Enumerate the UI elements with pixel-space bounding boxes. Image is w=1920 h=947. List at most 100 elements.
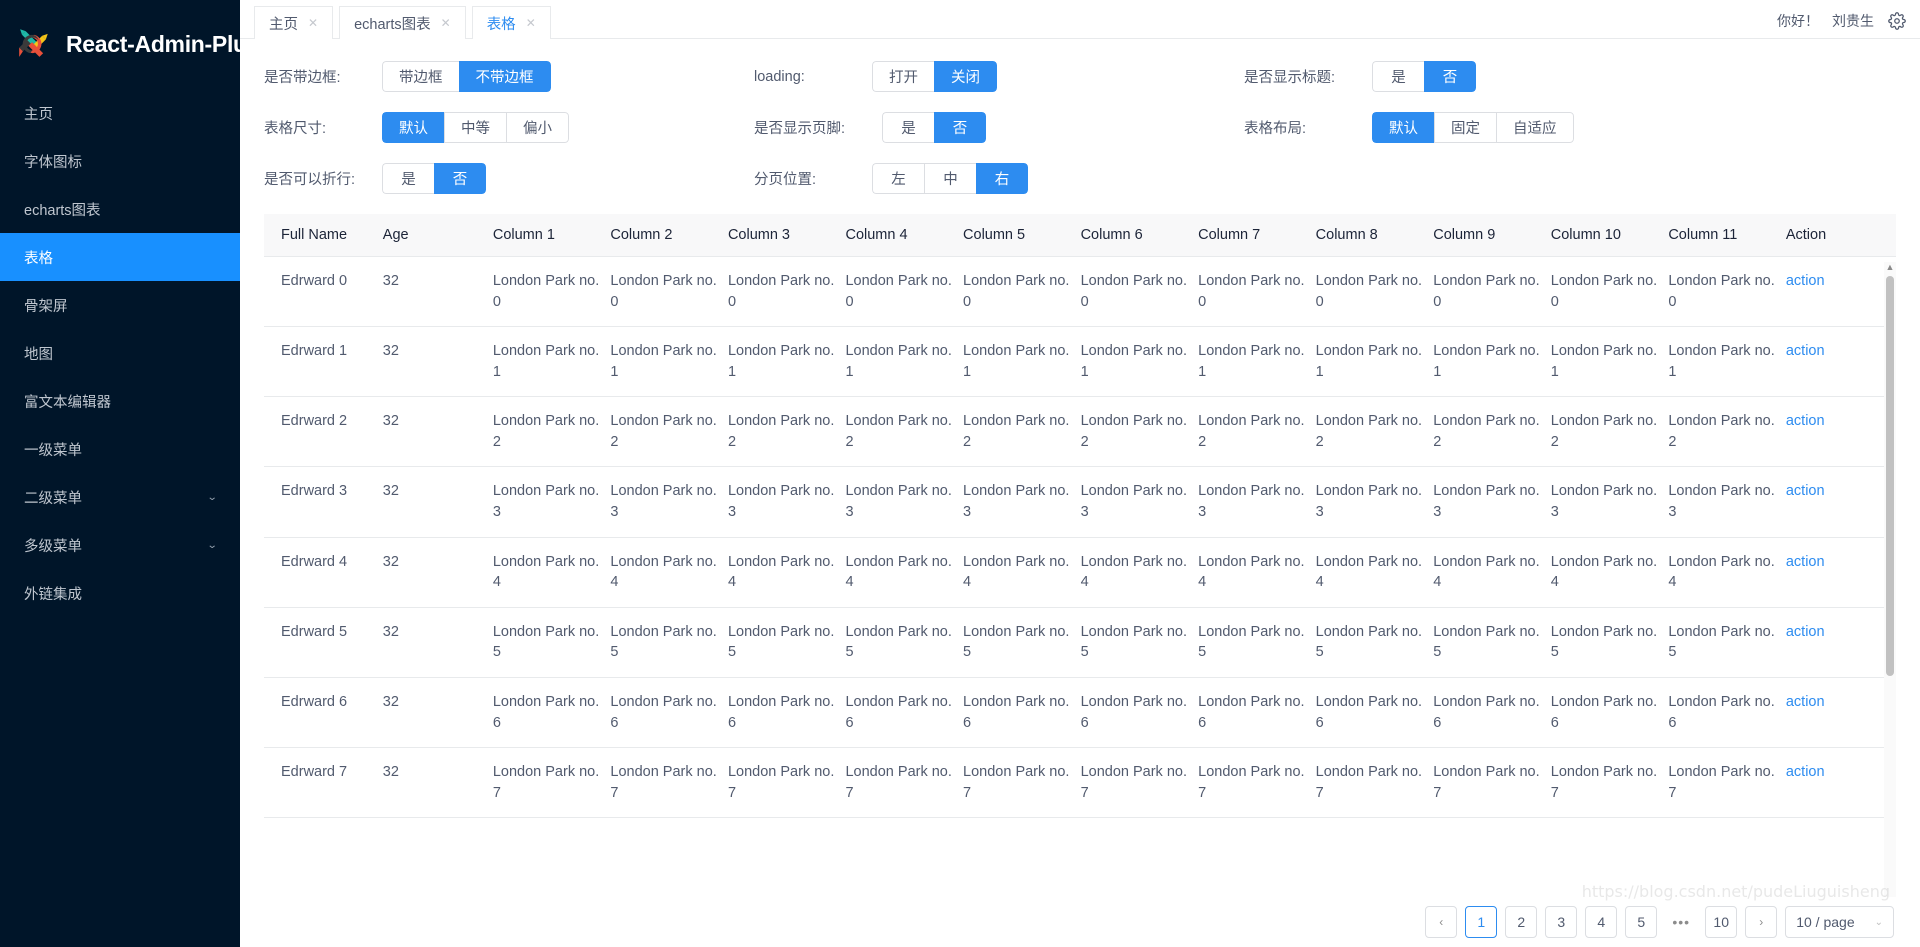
username-label[interactable]: 刘贵生 bbox=[1832, 11, 1874, 31]
cell-column-6: London Park no. 0 bbox=[1080, 256, 1199, 328]
table-row[interactable]: Edrward 3 32 London Park no. 3 London Park … bbox=[264, 466, 1896, 538]
table-row[interactable]: Edrward 6 32 London Park no. 6 London Park … bbox=[264, 677, 1896, 749]
table-row[interactable]: Edrward 2 32 London Park no. 2 London Park … bbox=[264, 396, 1896, 468]
action-link[interactable]: action bbox=[1786, 343, 1825, 359]
action-link[interactable]: action bbox=[1786, 413, 1825, 429]
sidebar-item-level-two-menu[interactable]: 二级菜单 ⌄ bbox=[0, 473, 240, 521]
sidebar-item-multi-level-menu[interactable]: 多级菜单 ⌄ bbox=[0, 521, 240, 569]
sidebar: React-Admin-Plus 主页 字体图标 echarts图表 表格 骨架… bbox=[0, 0, 260, 947]
close-icon[interactable]: ✕ bbox=[526, 17, 536, 29]
table-row[interactable]: Edrward 4 32 London Park no. 4 London Park … bbox=[264, 537, 1896, 608]
pagination-page-3[interactable]: 3 bbox=[1545, 906, 1578, 938]
column-header-column-6[interactable]: Column 6 bbox=[1080, 214, 1199, 257]
show-title-option-no[interactable]: 否 bbox=[1424, 61, 1476, 92]
action-link[interactable]: action bbox=[1786, 764, 1825, 780]
tab-table[interactable]: 表格 ✕ bbox=[471, 6, 551, 39]
cell-column-2: London Park no. 3 bbox=[610, 466, 728, 538]
column-header-column-2[interactable]: Column 2 bbox=[610, 214, 728, 257]
sidebar-item-font-icons[interactable]: 字体图标 bbox=[0, 137, 240, 185]
pagination-ellipsis[interactable]: ••• bbox=[1665, 906, 1698, 938]
sidebar-item-skeleton[interactable]: 骨架屏 bbox=[0, 281, 240, 329]
column-header-full-name[interactable]: Full Name bbox=[264, 214, 383, 257]
column-header-column-9[interactable]: Column 9 bbox=[1433, 214, 1551, 257]
table-scroll-area[interactable]: Full Name Age Column 1 Column 2 Column 3… bbox=[264, 214, 1896, 897]
column-header-column-5[interactable]: Column 5 bbox=[963, 214, 1081, 257]
sidebar-item-echarts[interactable]: echarts图表 bbox=[0, 185, 240, 233]
brand-logo-area[interactable]: React-Admin-Plus bbox=[0, 0, 260, 88]
bordered-option-without[interactable]: 不带边框 bbox=[458, 61, 551, 92]
pagination-position-option-right[interactable]: 右 bbox=[976, 163, 1028, 194]
table-layout-option-auto[interactable]: 自适应 bbox=[1496, 112, 1574, 143]
cell-age: 32 bbox=[382, 396, 493, 468]
table-size-option-medium[interactable]: 中等 bbox=[444, 112, 506, 143]
bordered-option-with[interactable]: 带边框 bbox=[382, 61, 459, 92]
loading-option-on[interactable]: 打开 bbox=[872, 61, 934, 92]
table-row[interactable]: Edrward 7 32 London Park no. 7 London Park … bbox=[264, 747, 1896, 819]
table-size-option-default[interactable]: 默认 bbox=[382, 112, 444, 143]
column-header-column-8[interactable]: Column 8 bbox=[1315, 214, 1434, 257]
table-layout-option-fixed[interactable]: 固定 bbox=[1434, 112, 1496, 143]
pagination-prev-button[interactable]: ‹ bbox=[1425, 906, 1458, 938]
column-header-column-1[interactable]: Column 1 bbox=[492, 214, 611, 257]
cell-column-11: London Park no. 5 bbox=[1668, 607, 1786, 678]
wrap-lines-option-yes[interactable]: 是 bbox=[382, 163, 434, 194]
sidebar-item-table[interactable]: 表格 bbox=[0, 233, 240, 281]
show-footer-toggle-group: 是 否 bbox=[882, 112, 986, 143]
action-link[interactable]: action bbox=[1786, 554, 1825, 570]
column-header-column-3[interactable]: Column 3 bbox=[727, 214, 846, 257]
table-row[interactable]: Edrward 0 32 London Park no. 0 London Park … bbox=[264, 256, 1896, 328]
gear-icon[interactable] bbox=[1887, 12, 1906, 31]
close-icon[interactable]: ✕ bbox=[441, 17, 451, 29]
page-size-select[interactable]: 10 / page ⌄ bbox=[1785, 906, 1894, 938]
action-link[interactable]: action bbox=[1786, 694, 1825, 710]
cell-column-1: London Park no. 7 bbox=[492, 747, 611, 819]
sidebar-item-label: 富文本编辑器 bbox=[24, 394, 111, 411]
sidebar-item-external-link[interactable]: 外链集成 bbox=[0, 569, 240, 617]
scroll-up-arrow-icon[interactable]: ▲ bbox=[1885, 262, 1895, 273]
column-header-age[interactable]: Age bbox=[382, 214, 493, 257]
column-header-column-4[interactable]: Column 4 bbox=[845, 214, 964, 257]
cell-column-6: London Park no. 4 bbox=[1080, 537, 1199, 608]
cell-column-6: London Park no. 5 bbox=[1080, 607, 1199, 678]
pagination-position-option-center[interactable]: 中 bbox=[924, 163, 976, 194]
sidebar-item-label: 表格 bbox=[24, 250, 53, 267]
sidebar-item-level-one-menu[interactable]: 一级菜单 bbox=[0, 425, 240, 473]
pagination-page-last[interactable]: 10 bbox=[1705, 906, 1738, 938]
cell-column-2: London Park no. 7 bbox=[610, 747, 728, 819]
action-link[interactable]: action bbox=[1786, 273, 1825, 289]
pagination-page-4[interactable]: 4 bbox=[1585, 906, 1618, 938]
pagination-position-option-left[interactable]: 左 bbox=[872, 163, 924, 194]
show-footer-option-yes[interactable]: 是 bbox=[882, 112, 934, 143]
scrollbar-thumb[interactable] bbox=[1886, 276, 1894, 676]
table-row[interactable]: Edrward 1 32 London Park no. 1 London Park … bbox=[264, 326, 1896, 398]
pagination-next-button[interactable]: › bbox=[1745, 906, 1778, 938]
column-header-column-7[interactable]: Column 7 bbox=[1198, 214, 1316, 257]
sidebar-item-map[interactable]: 地图 bbox=[0, 329, 240, 377]
action-link[interactable]: action bbox=[1786, 624, 1825, 640]
column-header-column-10[interactable]: Column 10 bbox=[1550, 214, 1669, 257]
column-header-column-11[interactable]: Column 11 bbox=[1668, 214, 1786, 257]
table-row[interactable]: Edrward 5 32 London Park no. 5 London Park … bbox=[264, 607, 1896, 678]
cell-column-7: London Park no. 6 bbox=[1198, 677, 1316, 749]
sidebar-item-rich-text-editor[interactable]: 富文本编辑器 bbox=[0, 377, 240, 425]
wrap-lines-option-no[interactable]: 否 bbox=[434, 163, 486, 194]
tab-echarts[interactable]: echarts图表 ✕ bbox=[339, 6, 466, 39]
tab-home[interactable]: 主页 ✕ bbox=[254, 6, 334, 39]
cell-full-name: Edrward 3 bbox=[264, 466, 383, 538]
column-header-action[interactable]: Action bbox=[1785, 214, 1896, 257]
cell-column-1: London Park no. 1 bbox=[492, 326, 611, 398]
loading-option-off[interactable]: 关闭 bbox=[934, 61, 997, 92]
sidebar-item-home[interactable]: 主页 bbox=[0, 89, 240, 137]
cell-column-11: London Park no. 3 bbox=[1668, 466, 1786, 538]
pagination-page-1[interactable]: 1 bbox=[1465, 906, 1498, 938]
pagination-page-2[interactable]: 2 bbox=[1505, 906, 1538, 938]
table-size-option-small[interactable]: 偏小 bbox=[506, 112, 569, 143]
close-icon[interactable]: ✕ bbox=[308, 17, 318, 29]
show-title-option-yes[interactable]: 是 bbox=[1372, 61, 1424, 92]
pagination-page-5[interactable]: 5 bbox=[1625, 906, 1658, 938]
table-vertical-scrollbar[interactable]: ▲ bbox=[1884, 262, 1896, 897]
action-link[interactable]: action bbox=[1786, 483, 1825, 499]
show-footer-option-no[interactable]: 否 bbox=[934, 112, 986, 143]
table-layout-option-default[interactable]: 默认 bbox=[1372, 112, 1434, 143]
table-header-row: Full Name Age Column 1 Column 2 Column 3… bbox=[264, 214, 1896, 257]
